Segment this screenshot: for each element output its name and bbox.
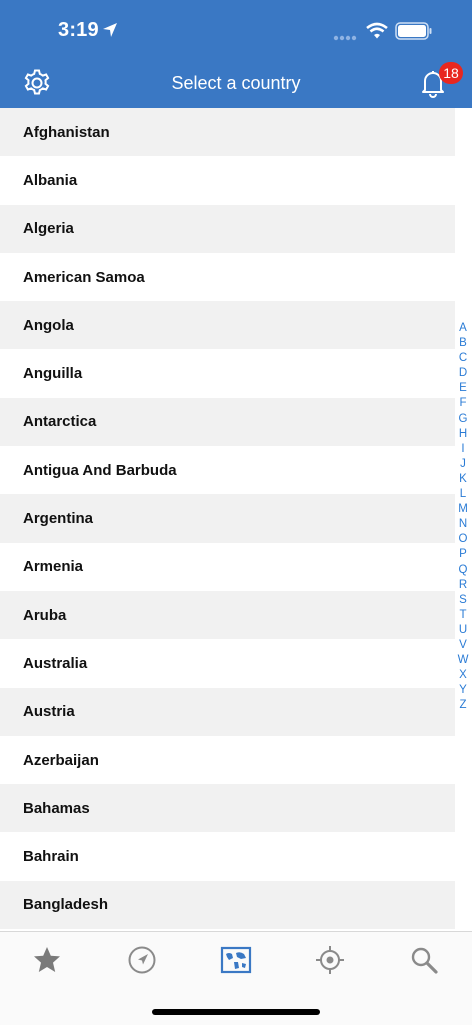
country-row[interactable]: Angola [0,301,455,350]
alphabet-index[interactable]: A B C D E F G H I J K L M N O P Q R S T … [456,321,470,713]
index-letter[interactable]: K [456,472,470,487]
index-letter[interactable]: V [456,638,470,653]
country-row[interactable]: American Samoa [0,252,455,302]
search-icon[interactable] [408,944,440,976]
index-letter[interactable]: I [456,442,470,457]
index-letter[interactable]: Z [456,698,470,713]
page-title: Select a country [171,73,301,93]
index-letter[interactable]: R [456,578,470,593]
index-letter[interactable]: F [456,396,470,411]
index-letter[interactable]: C [456,351,470,366]
crosshair-icon[interactable] [314,944,346,976]
country-row[interactable]: Argentina [0,494,455,543]
location-arrow-icon [103,23,117,37]
top-bar: 3:19 Select a country 18 [0,0,472,108]
country-row[interactable]: Armenia [0,542,455,591]
country-row[interactable]: Azerbaijan [0,735,455,785]
country-row[interactable]: Bahrain [0,832,455,881]
country-row[interactable]: Afghanistan [0,108,455,157]
index-letter[interactable]: D [456,366,470,381]
compass-icon[interactable] [126,944,158,976]
index-letter[interactable]: H [456,427,470,442]
index-letter[interactable]: B [456,336,470,351]
country-row[interactable]: Antarctica [0,397,455,447]
index-letter[interactable]: M [456,502,470,517]
country-list: Afghanistan Albania Algeria American Sam… [0,108,455,930]
country-row[interactable]: Algeria [0,204,455,253]
country-row[interactable]: Anguilla [0,349,455,398]
index-letter[interactable]: U [456,623,470,638]
star-icon[interactable] [31,944,63,976]
index-letter[interactable]: A [456,321,470,336]
index-letter[interactable]: E [456,381,470,396]
map-icon[interactable] [220,944,252,976]
country-row[interactable]: Australia [0,639,455,688]
country-row[interactable]: Antigua And Barbuda [0,446,455,495]
index-letter[interactable]: J [456,457,470,472]
notification-badge: 18 [439,62,463,84]
index-letter[interactable]: P [456,547,470,562]
index-letter[interactable]: S [456,593,470,608]
index-letter[interactable]: W [456,653,470,668]
index-letter[interactable]: L [456,487,470,502]
index-letter[interactable]: X [456,668,470,683]
wifi-icon [366,22,388,39]
country-row[interactable]: Bangladesh [0,880,455,930]
index-letter[interactable]: G [456,412,470,427]
home-indicator [152,1009,320,1015]
status-time: 3:19 [58,19,99,41]
index-letter[interactable]: Y [456,683,470,698]
country-row[interactable]: Albania [0,156,455,205]
battery-icon [395,22,432,40]
index-letter[interactable]: N [456,517,470,532]
index-letter[interactable]: Q [456,563,470,578]
country-row[interactable]: Aruba [0,590,455,640]
country-row[interactable]: Bahamas [0,784,455,833]
index-letter[interactable]: T [456,608,470,623]
index-letter[interactable]: O [456,532,470,547]
signal-icon [333,35,357,41]
country-row[interactable]: Austria [0,687,455,736]
